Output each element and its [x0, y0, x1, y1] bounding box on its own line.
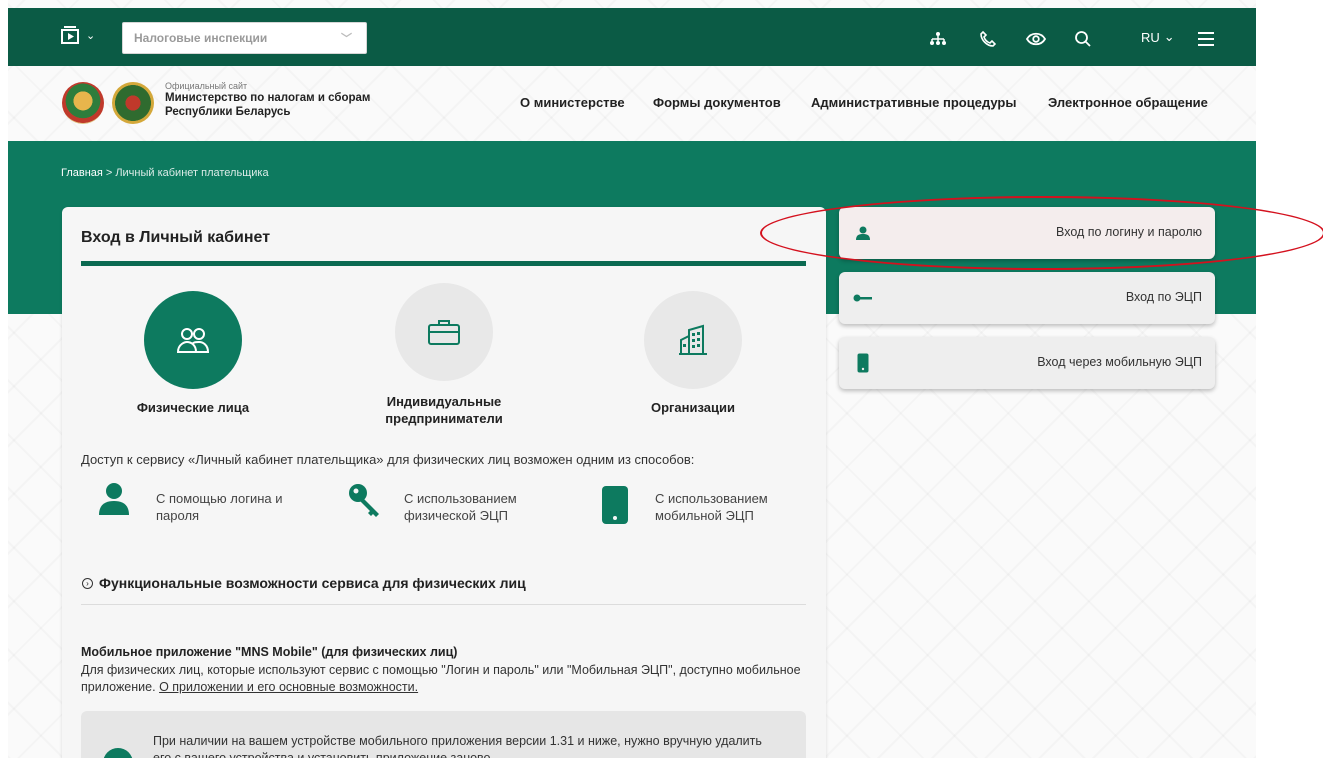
nav-electronic-appeal[interactable]: Электронное обращение [1048, 95, 1208, 110]
site-name-line1: Министерство по налогам и сборам [165, 92, 371, 104]
person-icon [853, 223, 873, 243]
category-individuals[interactable]: Физические лица [137, 291, 249, 416]
category-label: Организации [650, 400, 736, 415]
key-icon [349, 484, 379, 517]
media-icon [61, 26, 79, 44]
method-text-line2: мобильной ЭЦП [655, 508, 754, 523]
media-menu-button[interactable]: ⌄ [60, 25, 95, 45]
login-option-label: Вход по логину и паролю [1056, 225, 1202, 239]
key-icon [853, 288, 873, 308]
chevron-right-circle-icon: › [82, 577, 93, 589]
access-description: Доступ к сервису «Личный кабинет платель… [81, 452, 695, 467]
login-card: Вход в Личный кабинет Физические лица Ин… [62, 207, 826, 758]
login-option-label: Вход через мобильную ЭЦП [1037, 355, 1202, 369]
building-icon [679, 324, 707, 355]
region-select-value: Налоговые инспекции [134, 31, 268, 45]
nav-document-forms[interactable]: Формы документов [653, 95, 781, 110]
features-toggle[interactable]: › Функциональные возможности сервиса для… [82, 575, 526, 591]
method-text-line2: физической ЭЦП [404, 508, 508, 523]
mobile-app-link[interactable]: О приложении и его основные возможности. [159, 680, 418, 694]
chevron-down-icon: ⌄ [1163, 29, 1175, 44]
region-select[interactable]: Налоговые инспекции ﹀ [122, 22, 367, 54]
site-header: Официальный сайт Министерство по налогам… [8, 66, 1256, 141]
ministry-emblem-logo[interactable] [112, 82, 154, 124]
card-title: Вход в Личный кабинет [81, 229, 271, 246]
person-icon [99, 483, 129, 515]
method-text-line1: С помощью логина и [156, 491, 283, 506]
category-organizations[interactable]: Организации [644, 291, 742, 416]
login-option-signature[interactable]: Вход по ЭЦП [839, 272, 1215, 324]
method-login-password: С помощью логина и пароля [98, 482, 283, 524]
method-text-line2: пароля [156, 508, 200, 523]
nav-admin-procedures[interactable]: Административные процедуры [811, 95, 1016, 110]
method-physical-signature: С использованием физической ЭЦП [346, 482, 517, 524]
chevron-down-icon: ﹀ [341, 33, 352, 45]
category-label: Индивидуальные предприниматели [385, 394, 503, 426]
mobile-app-title: Мобильное приложение "MNS Mobile" (для ф… [81, 645, 458, 659]
method-text-line1: С использованием [404, 491, 517, 506]
phone-icon[interactable] [977, 28, 999, 50]
chevron-down-icon: ⌄ [86, 29, 96, 42]
eye-icon[interactable] [1025, 28, 1047, 50]
update-notice: При наличии на вашем устройстве мобильно… [81, 711, 806, 758]
mobile-icon [853, 353, 873, 373]
sitemap-icon[interactable] [927, 28, 949, 50]
features-divider [81, 604, 806, 605]
card-title-divider [81, 261, 806, 266]
login-option-password[interactable]: Вход по логину и паролю [839, 207, 1215, 259]
menu-icon[interactable] [1195, 28, 1217, 50]
method-text-line1: С использованием [655, 491, 768, 506]
method-mobile-signature: С использованием мобильной ЭЦП [601, 485, 768, 525]
breadcrumb-separator: > [105, 167, 113, 179]
category-entrepreneurs[interactable]: Индивидуальные предприниматели [385, 283, 503, 427]
login-option-label: Вход по ЭЦП [1125, 290, 1202, 304]
breadcrumb: Главная > Личный кабинет плательщика [61, 167, 269, 179]
login-option-mobile-signature[interactable]: Вход через мобильную ЭЦП [839, 337, 1215, 389]
nav-about-ministry[interactable]: О министерстве [520, 95, 625, 110]
notice-text: При наличии на вашем устройстве мобильно… [153, 734, 762, 758]
language-label: RU [1141, 29, 1160, 45]
belarus-emblem-logo[interactable] [62, 82, 104, 124]
mobile-app-description: Для физических лиц, которые используют с… [81, 662, 801, 696]
features-title: Функциональные возможности сервиса для ф… [99, 575, 526, 591]
top-bar: ⌄ Налоговые инспекции ﹀ RU ⌄ [8, 8, 1256, 66]
mobile-phone-icon [602, 486, 628, 524]
info-icon [103, 748, 133, 758]
site-name-line2: Республики Беларусь [165, 106, 291, 118]
briefcase-icon [428, 320, 460, 345]
users-icon [176, 328, 210, 353]
site-label: Официальный сайт [165, 81, 248, 91]
search-icon[interactable] [1072, 28, 1094, 50]
category-label: Физические лица [136, 400, 250, 415]
language-select[interactable]: RU ⌄ [1141, 29, 1175, 45]
site-name[interactable]: Официальный сайт Министерство по налогам… [165, 81, 370, 119]
breadcrumb-home[interactable]: Главная [61, 167, 103, 179]
breadcrumb-current: Личный кабинет плательщика [115, 167, 269, 179]
